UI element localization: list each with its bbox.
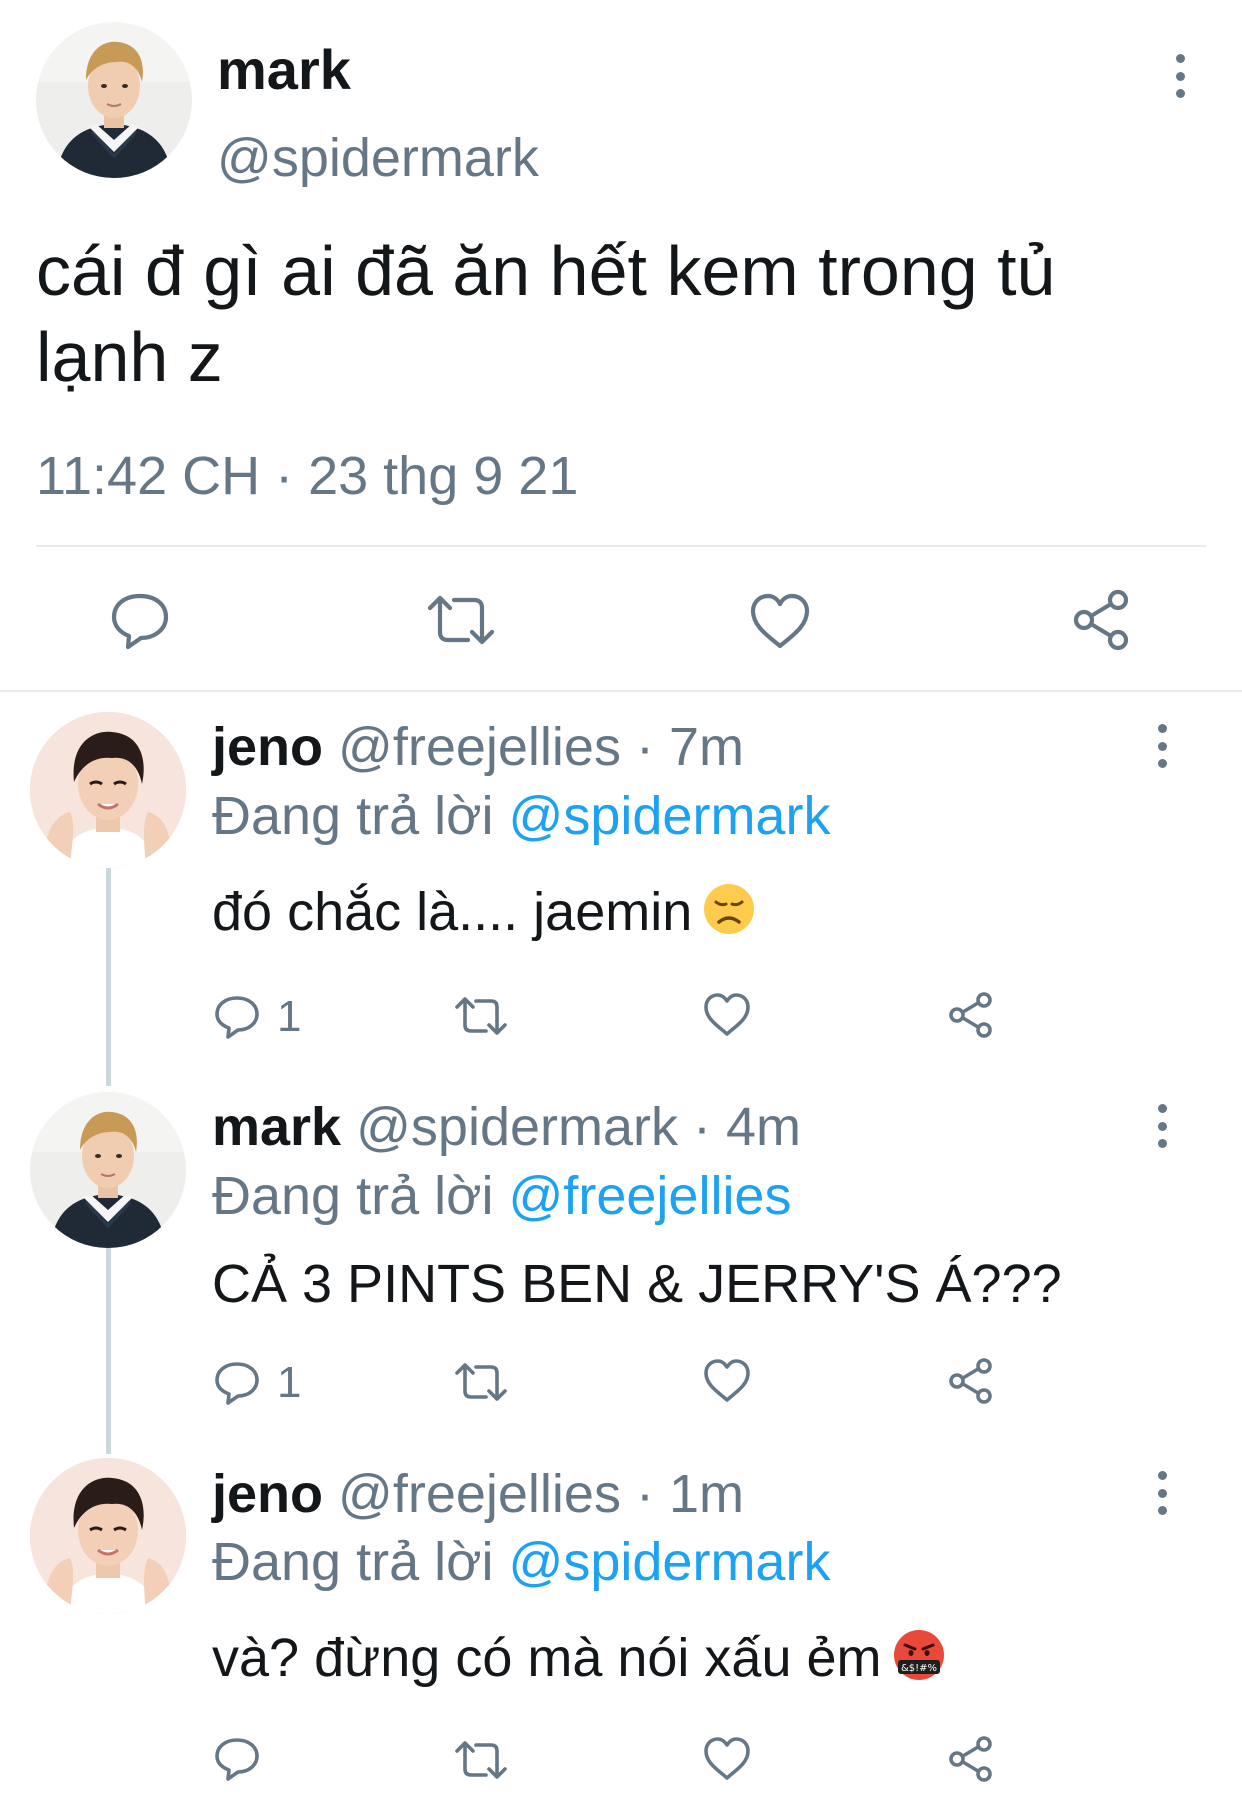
share-button[interactable] [946,1356,996,1411]
main-tweet-timestamp[interactable]: 11:42 CH · 23 thg 9 21 [36,444,578,508]
retweet-button[interactable] [454,1738,508,1787]
heart-icon [704,1737,750,1780]
disappointed-face-emoji [702,882,756,950]
replying-to-line: Đang trả lời @spidermark [212,784,830,848]
main-author-handle[interactable]: @spidermark [217,126,539,190]
replying-to-line: Đang trả lời @spidermark [212,1530,830,1594]
reply-author-name[interactable]: jeno [212,717,323,777]
reply-text: đó chắc là.... jaemin [212,880,756,950]
reply-icon [215,996,259,1039]
main-author-name[interactable]: mark [217,38,351,102]
reply-author-avatar[interactable] [30,712,186,868]
reply-header: jeno @freejellies · 1m [212,1462,744,1526]
retweet-icon [455,1741,507,1779]
retweet-button[interactable] [454,994,508,1043]
divider [36,545,1206,547]
mention-link[interactable]: @spidermark [509,1532,831,1592]
share-button[interactable] [1070,588,1132,657]
reply-button[interactable] [213,1736,261,1787]
like-button[interactable] [702,1736,752,1787]
reply-count: 1 [277,1358,302,1407]
retweet-button[interactable] [426,592,496,653]
reply-header: jeno @freejellies · 7m [212,715,744,779]
mention-link[interactable]: @spidermark [509,786,831,846]
share-icon [949,992,992,1038]
share-button[interactable] [946,990,996,1045]
replying-to-label: Đang trả lời [212,1532,494,1592]
reply-icon [215,1738,259,1781]
retweet-button[interactable] [454,1360,508,1409]
reply-text-content: đó chắc là.... jaemin [212,882,693,942]
reply-count: 1 [277,992,302,1041]
separator-dot: · [635,717,654,777]
reply-time[interactable]: 4m [726,1097,801,1157]
reply-button[interactable]: 1 [213,992,301,1042]
reply-author-handle[interactable]: @freejellies [338,1464,621,1524]
separator-dot: · [693,1097,711,1157]
reply-time[interactable]: 1m [669,1464,744,1524]
reply-time[interactable]: 7m [669,717,744,777]
heart-icon [704,1359,750,1402]
emoji-censor-text: &$!#% [900,1663,936,1674]
retweet-icon [455,1363,507,1401]
more-vertical-icon[interactable] [1172,54,1188,98]
more-vertical-icon[interactable] [1154,1471,1170,1515]
mention-link[interactable]: @freejellies [509,1166,792,1226]
reply-text: và? đừng có mà nói xấu ẻm &$!#% [212,1626,946,1696]
reply-button[interactable] [108,590,172,655]
replying-to-label: Đang trả lời [212,1166,494,1226]
reply-text: CẢ 3 PINTS BEN & JERRY'S Á??? [212,1252,1062,1316]
replying-to-line: Đang trả lời @freejellies [212,1164,791,1228]
reply-author-name[interactable]: mark [212,1097,341,1157]
reply-text-content: CẢ 3 PINTS BEN & JERRY'S Á??? [212,1254,1062,1314]
main-author-avatar[interactable] [36,22,192,178]
like-button[interactable] [702,1358,752,1409]
share-button[interactable] [946,1734,996,1789]
retweet-icon [427,595,495,645]
share-icon [949,1358,992,1404]
reply-icon [111,593,169,650]
main-tweet-text: cái đ gì ai đã ăn hết kem trong tủ lạnh … [36,232,1056,396]
thread-line [106,868,111,1086]
like-button[interactable] [748,592,812,655]
reply-author-handle[interactable]: @freejellies [338,717,621,777]
reply-text-content: và? đừng có mà nói xấu ẻm [212,1628,882,1688]
share-icon [1073,589,1129,651]
more-vertical-icon[interactable] [1154,1104,1170,1148]
heart-icon [750,593,810,649]
reply-author-handle[interactable]: @spidermark [356,1097,678,1157]
reply-author-avatar[interactable] [30,1458,186,1614]
reply-author-avatar[interactable] [30,1092,186,1248]
heart-icon [704,993,750,1036]
reply-header: mark @spidermark · 4m [212,1095,801,1159]
more-vertical-icon[interactable] [1154,724,1170,768]
replying-to-label: Đang trả lời [212,786,494,846]
separator-dot: · [635,1464,654,1524]
reply-author-name[interactable]: jeno [212,1464,323,1524]
retweet-icon [455,997,507,1035]
reply-icon [215,1362,259,1405]
cursing-face-emoji: &$!#% [892,1628,946,1696]
thread-line [106,1248,111,1454]
like-button[interactable] [702,992,752,1043]
section-divider [0,690,1242,692]
reply-button[interactable]: 1 [213,1358,301,1408]
share-icon [949,1736,992,1782]
